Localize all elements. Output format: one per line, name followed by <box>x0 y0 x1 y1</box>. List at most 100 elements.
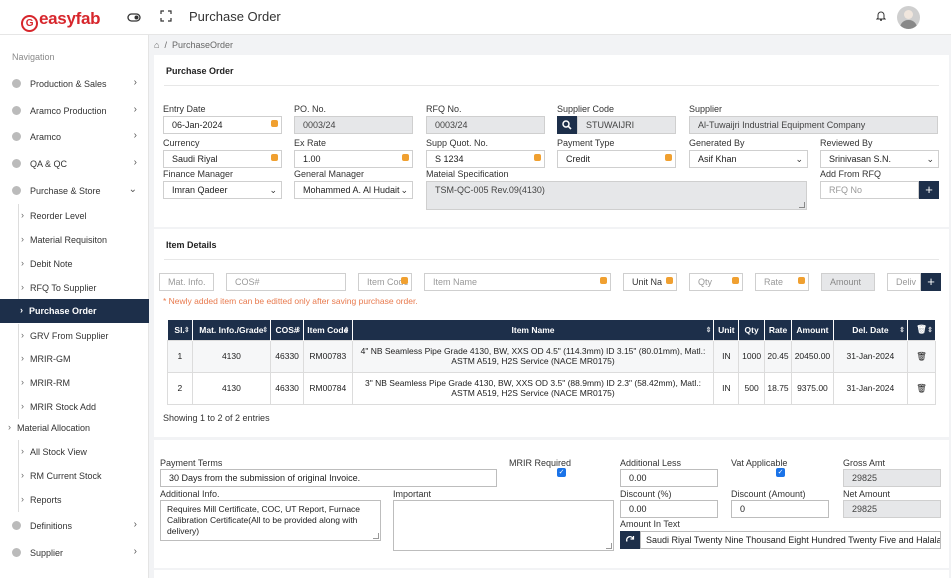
sidebar-subitem-label: RM Current Stock <box>30 471 102 481</box>
col-header-amount[interactable]: Amount <box>791 320 834 340</box>
chevron-right-icon: › <box>133 546 137 557</box>
table-row[interactable]: 1 4130 46330 RM00783 4" NB Seamless Pipe… <box>167 339 936 373</box>
plus-icon: + <box>927 274 935 289</box>
logo-mark: G <box>21 15 38 32</box>
material-spec-field[interactable]: TSM-QC-005 Rev.09(4130) <box>426 181 807 210</box>
chevron-right-icon: › <box>21 210 24 220</box>
fullscreen-icon[interactable] <box>159 10 173 24</box>
po-no-field[interactable]: 0003/24 <box>294 116 413 134</box>
col-header-sl[interactable]: Sl. ⇕ <box>167 320 193 340</box>
rfq-no-label: RFQ No. <box>426 104 462 114</box>
payment-type-select[interactable]: Credit <box>557 150 676 168</box>
supplier-search-button[interactable] <box>557 116 577 134</box>
sidebar-subitem-purchase-order[interactable]: › Purchase Order <box>0 299 149 323</box>
sidebar-subitem-reorder-level[interactable]: › Reorder Level <box>18 204 149 228</box>
sidebar-subitem-material-requisition[interactable]: › Material Requisiton <box>18 228 149 252</box>
ex-rate-field[interactable]: 1.00 <box>294 150 413 168</box>
supplier-field[interactable]: Al-Tuwaijri Industrial Equipment Company <box>689 116 938 134</box>
toggle-sidebar-icon[interactable] <box>127 10 141 24</box>
currency-select[interactable]: Saudi Riyal <box>163 150 282 168</box>
home-icon[interactable]: ⌂ <box>154 40 159 50</box>
col-header-label: Unit <box>718 324 735 335</box>
sidebar-subitem-all-stock-view[interactable]: › All Stock View <box>18 440 149 464</box>
rate-input[interactable]: Rate <box>755 273 809 291</box>
col-header-item-code[interactable]: Item Code ⇕ <box>303 320 353 340</box>
sidebar-item-supplier[interactable]: Supplier › <box>0 541 149 565</box>
delivery-date-input[interactable]: Deliv <box>887 273 921 291</box>
payment-terms-field[interactable]: 30 Days from the submission of original … <box>160 469 497 487</box>
calc-icon <box>798 277 805 284</box>
finance-manager-select[interactable]: Imran Qadeer ⌄ <box>163 181 282 199</box>
cos-input[interactable]: COS# <box>226 273 346 291</box>
mrir-required-checkbox[interactable]: ✓ <box>557 468 566 477</box>
additional-less-field[interactable]: 0.00 <box>620 469 718 487</box>
col-header-unit[interactable]: Unit <box>713 320 740 340</box>
sidebar-item-aramco[interactable]: Aramco › <box>0 125 149 149</box>
net-amount-field[interactable]: 29825 <box>843 500 941 518</box>
bell-icon[interactable] <box>874 10 888 24</box>
col-header-rate[interactable]: Rate <box>764 320 793 340</box>
add-rfq-button[interactable]: + <box>919 181 939 199</box>
rfq-no-field[interactable]: 0003/24 <box>426 116 545 134</box>
col-header-cos[interactable]: COS# ⇕ <box>270 320 305 340</box>
qa-icon <box>12 159 21 168</box>
reviewed-by-select[interactable]: Srinivasan S.N. ⌄ <box>820 150 939 168</box>
sidebar-item-label: Supplier <box>30 548 64 558</box>
next-card <box>154 570 949 578</box>
general-manager-select[interactable]: Mohammed A. Al Hudaithi ⌄ <box>294 181 413 199</box>
gross-amt-field[interactable]: 29825 <box>843 469 941 487</box>
qty-input[interactable]: Qty <box>689 273 743 291</box>
col-header-qty[interactable]: Qty <box>738 320 765 340</box>
dropdown-icon <box>665 154 672 161</box>
resize-grip-icon <box>606 543 612 549</box>
sidebar-item-purchase-store[interactable]: Purchase & Store ⌄ <box>0 179 149 203</box>
sidebar-item-aramco-production[interactable]: Aramco Production › <box>0 99 149 123</box>
generated-by-select[interactable]: Asif Khan ⌄ <box>689 150 808 168</box>
delete-icon[interactable]: 🗑 <box>916 383 927 393</box>
sidebar-subitem-material-allocation[interactable]: › Material Allocation <box>6 416 137 440</box>
discount-amt-field[interactable]: 0 <box>731 500 829 518</box>
important-field[interactable] <box>393 500 614 551</box>
additional-info-field[interactable]: Requires Mill Certificate, COC, UT Repor… <box>160 500 381 541</box>
sidebar-subitem-debit-note[interactable]: › Debit Note <box>18 252 149 276</box>
col-header-mat-info[interactable]: Mat. Info./Grade ⇕ <box>192 320 272 340</box>
col-header-del-date[interactable]: Del. Date ⇕ <box>833 320 909 340</box>
item-code-input[interactable]: Item Code <box>358 273 412 291</box>
sidebar-subitem-label: Material Requisiton <box>30 235 108 245</box>
add-item-button[interactable]: + <box>921 273 941 291</box>
sidebar-subitem-rm-current-stock[interactable]: › RM Current Stock <box>18 464 149 488</box>
table-row[interactable]: 2 4130 46330 RM00784 3" NB Seamless Pipe… <box>167 371 936 405</box>
item-name-input[interactable]: Item Name <box>424 273 611 291</box>
sidebar-subitem-mrir-gm[interactable]: › MRIR-GM <box>18 347 149 371</box>
gross-amt-label: Gross Amt <box>843 458 886 468</box>
refresh-amount-text-button[interactable] <box>620 531 640 549</box>
amount-input[interactable]: Amount <box>821 273 875 291</box>
sidebar-subitem-rfq-to-supplier[interactable]: › RFQ To Supplier <box>18 276 149 300</box>
sidebar-item-definitions[interactable]: Definitions › <box>0 514 149 538</box>
lookup-icon <box>600 277 607 284</box>
supp-quot-field[interactable]: S 1234 <box>426 150 545 168</box>
col-header-item-name[interactable]: Item Name ⇕ <box>352 320 715 340</box>
delete-icon[interactable]: 🗑 <box>916 351 927 361</box>
sidebar-subitem-mrir-rm[interactable]: › MRIR-RM <box>18 371 149 395</box>
app-logo[interactable]: Geasyfab <box>21 9 101 32</box>
entry-date-field[interactable]: 06-Jan-2024 <box>163 116 282 134</box>
table-info: Showing 1 to 2 of 2 entries <box>163 413 270 423</box>
cell-cos: 46330 <box>270 371 305 405</box>
vat-applicable-checkbox[interactable]: ✓ <box>776 468 785 477</box>
resize-grip-icon <box>373 533 379 539</box>
mat-info-input[interactable]: Mat. Info. <box>159 273 214 291</box>
sidebar-subitem-label: All Stock View <box>30 447 87 457</box>
user-avatar[interactable] <box>897 6 920 29</box>
sidebar-subitem-reports[interactable]: › Reports <box>18 488 149 512</box>
col-header-label: Rate <box>768 324 788 335</box>
col-header-delete: 🗑 ⇕ <box>907 320 936 340</box>
sidebar-item-production-sales[interactable]: Production & Sales › <box>0 72 149 96</box>
discount-pct-field[interactable]: 0.00 <box>620 500 718 518</box>
supplier-code-field[interactable]: STUWAIJRI <box>577 116 676 134</box>
sidebar-item-qa-qc[interactable]: QA & QC › <box>0 152 149 176</box>
sidebar-subitem-grv-from-supplier[interactable]: › GRV From Supplier <box>18 324 149 348</box>
unit-select[interactable]: Unit Na <box>623 273 677 291</box>
amount-in-text-field[interactable]: Saudi Riyal Twenty Nine Thousand Eight H… <box>640 531 941 549</box>
rfq-no-input[interactable]: RFQ No <box>820 181 919 199</box>
